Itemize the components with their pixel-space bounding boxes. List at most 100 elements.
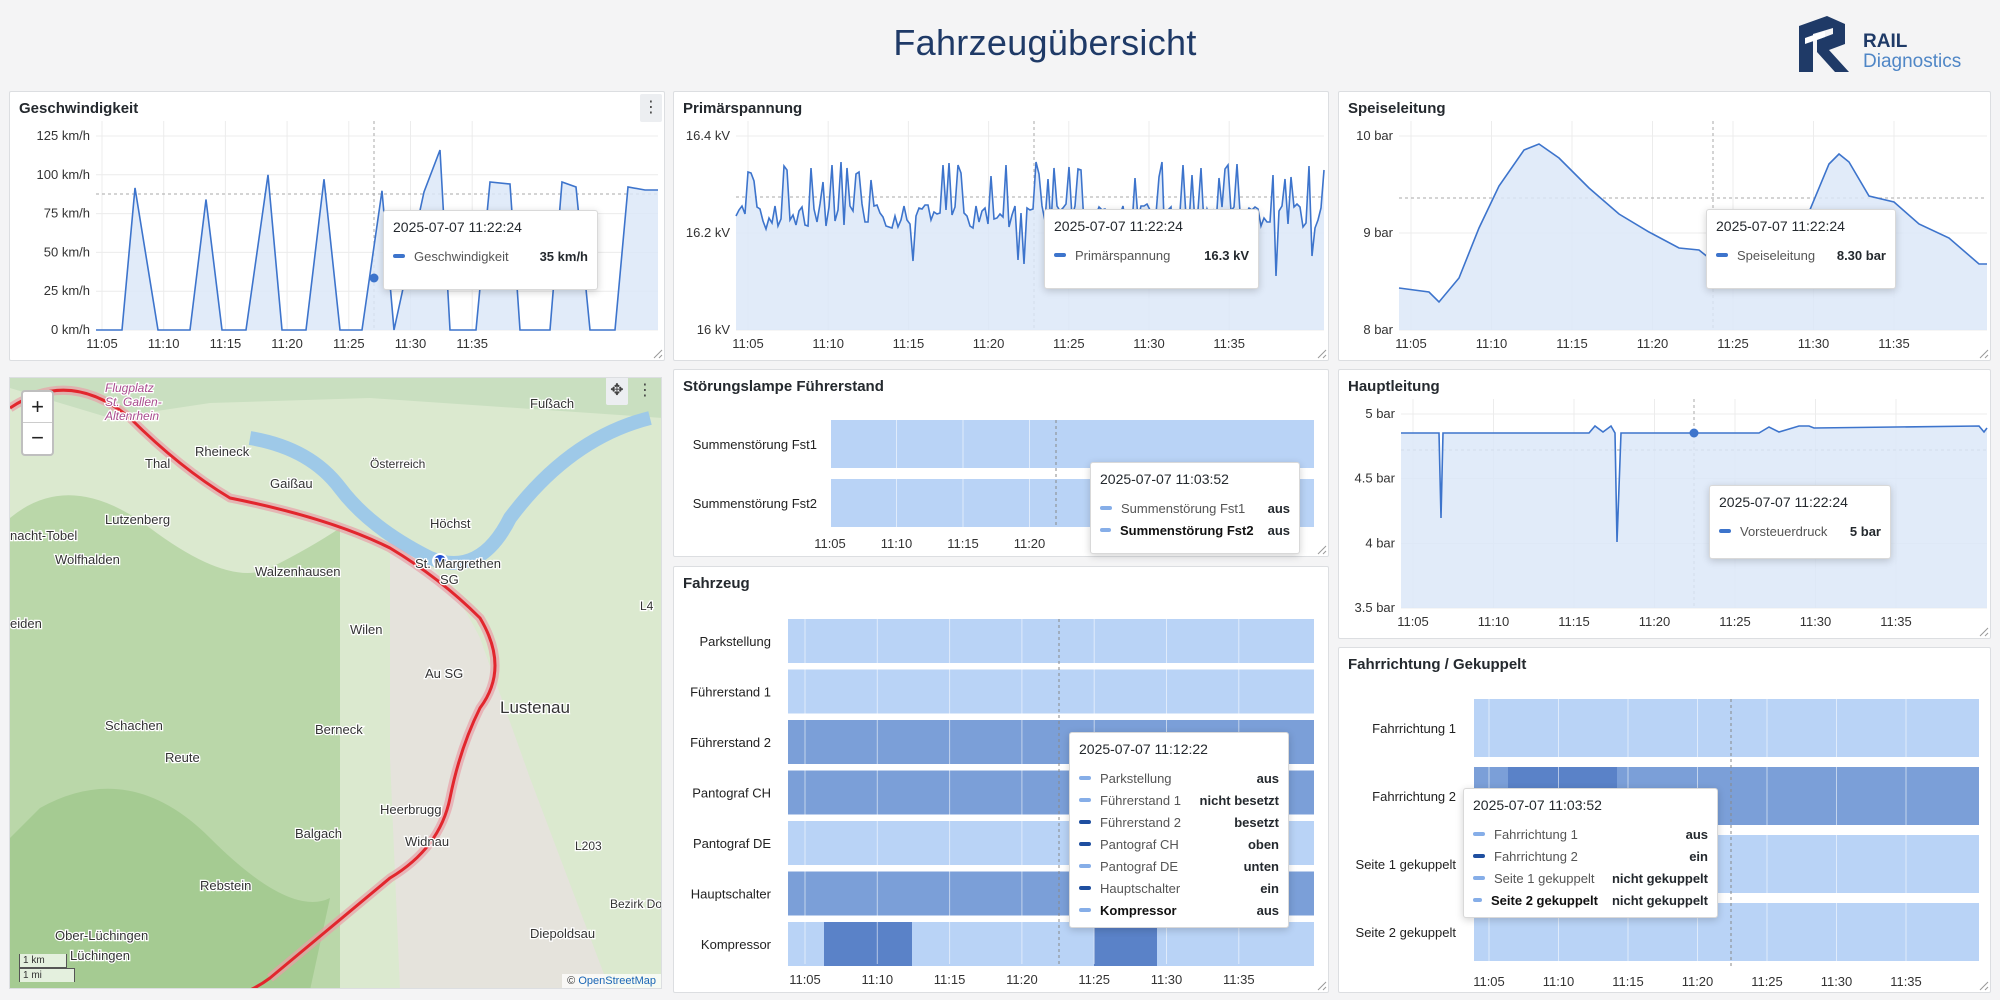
y-tick-label: 100 km/h xyxy=(37,167,90,182)
panel-main-pipe[interactable]: Hauptleitung 5 bar 4.5 bar 4 bar 3.5 bar 11:… xyxy=(1338,369,1991,639)
tooltip-value: nicht gekuppelt xyxy=(1611,892,1708,908)
y-tick-label: 5 bar xyxy=(1365,406,1395,421)
map-zoom-control: + − xyxy=(21,390,54,456)
map-place-label: Höchst xyxy=(430,516,471,531)
map-menu-kebab-icon[interactable]: ⋮ xyxy=(634,378,656,405)
series-area xyxy=(1399,144,1987,330)
tooltip-fault: 2025-07-07 11:03:52 Summenstörung Fst1 au… xyxy=(1090,462,1300,554)
map-attribution: © OpenStreetMap xyxy=(562,974,661,988)
x-tick-label: 11:20 xyxy=(1014,536,1046,551)
x-tick-label: 11:20 xyxy=(1682,974,1714,989)
x-tick-label: 11:10 xyxy=(862,972,894,987)
map-place-label: Lutzenberg xyxy=(105,512,170,527)
state-row-label: Kompressor xyxy=(701,937,772,952)
tooltip-label: Fahrrichtung 2 xyxy=(1494,848,1578,864)
x-tick-label: 11:35 xyxy=(1890,974,1922,989)
zoom-in-plus-icon[interactable]: + xyxy=(23,392,52,423)
map-place-label: Au SG xyxy=(425,666,463,681)
tooltip-value: aus xyxy=(1256,770,1279,786)
page-title: Fahrzeugübersicht xyxy=(893,22,1197,63)
map-place-label: Österreich xyxy=(370,457,425,471)
map-canvas[interactable]: FlugplatzSt. Gallen-Altenrhein Fußach Thal… xyxy=(10,378,662,989)
y-tick-label: 3.5 bar xyxy=(1355,600,1396,615)
x-tick-label: 11:15 xyxy=(893,336,925,351)
tooltip-value: nicht gekuppelt xyxy=(1611,870,1708,886)
tooltip-time: 2025-07-07 11:03:52 xyxy=(1473,797,1602,813)
tooltip-value: unten xyxy=(1243,858,1279,874)
tooltip-row: Seite 1 gekuppelt nicht gekuppelt xyxy=(1473,867,1708,889)
zoom-out-minus-icon[interactable]: − xyxy=(23,423,52,454)
x-tick-label: 11:05 xyxy=(814,536,846,551)
map-place-label: Diepoldsau xyxy=(530,926,595,941)
map-place-label: L203 xyxy=(575,839,602,853)
tooltip-time: 2025-07-07 11:22:24 xyxy=(393,219,522,235)
panel-vehicle[interactable]: Fahrzeug Parkstellung Führerstand 1 Führer… xyxy=(673,566,1329,993)
state-row-label: Führerstand 1 xyxy=(690,685,771,700)
rail-diagnostics-logo: RAIL Diagnostics xyxy=(1795,12,1985,76)
tooltip-value: 35 km/h xyxy=(539,248,588,264)
tooltip-time: 2025-07-07 11:22:24 xyxy=(1716,218,1845,234)
x-tick-label: 11:10 xyxy=(1543,974,1575,989)
state-bar xyxy=(788,619,1314,663)
tooltip-speed: 2025-07-07 11:22:24 Geschwindigkeit 35 km… xyxy=(383,210,598,290)
x-tick-label: 11:20 xyxy=(1639,614,1671,629)
tooltip-row: Primärspannung 16.3 kV xyxy=(1054,244,1249,266)
x-tick-label: 11:35 xyxy=(1878,336,1910,351)
tooltip-main: 2025-07-07 11:22:24 Vorsteuerdruck 5 bar xyxy=(1709,485,1891,559)
panel-feed-pipe[interactable]: Speiseleitung 10 bar 9 bar 8 bar 11:05 11:10… xyxy=(1338,91,1991,361)
state-row-label: Summenstörung Fst2 xyxy=(693,496,817,511)
series-area xyxy=(1401,426,1987,608)
tooltip-label: Geschwindigkeit xyxy=(414,248,509,264)
resize-handle-icon xyxy=(653,349,663,359)
map-place-label: Wilen xyxy=(350,622,383,637)
map-move-icon[interactable]: ✥ xyxy=(606,378,628,405)
x-tick-label: 11:25 xyxy=(1719,614,1751,629)
tooltip-value: nicht besetzt xyxy=(1199,792,1279,808)
panel-speed[interactable]: Geschwindigkeit ⋮ 125 km/h 100 km/h 75 km/… xyxy=(9,91,665,361)
tooltip-row: Kompressor aus xyxy=(1079,899,1279,921)
map-scale: 1 km 1 mi xyxy=(19,954,75,982)
y-tick-label: 9 bar xyxy=(1363,225,1393,240)
map-place-label: Fußach xyxy=(530,396,574,411)
tooltip-row: Geschwindigkeit 35 km/h xyxy=(393,245,588,267)
map-place-label: Heerbrugg xyxy=(380,802,441,817)
tooltip-label: Primärspannung xyxy=(1075,247,1171,263)
panel-fault-lamp[interactable]: Störungslampe Führerstand Summenstörung … xyxy=(673,369,1329,557)
panel-direction-coupled[interactable]: Fahrrichtung / Gekuppelt Fahrrichtung 1F… xyxy=(1338,647,1991,993)
tooltip-feed: 2025-07-07 11:22:24 Speiseleitung 8.30 ba… xyxy=(1706,209,1896,289)
attribution-link[interactable]: OpenStreetMap xyxy=(578,975,656,987)
tooltip-value: ein xyxy=(1689,848,1708,864)
x-tick-label: 11:10 xyxy=(1476,336,1508,351)
x-tick-label: 11:25 xyxy=(1717,336,1749,351)
map-place-label: Gaißau xyxy=(270,476,313,491)
y-tick-label: 4 bar xyxy=(1365,535,1395,550)
tooltip-row: Vorsteuerdruck 5 bar xyxy=(1719,520,1881,542)
resize-handle-icon xyxy=(1979,349,1989,359)
resize-handle-icon xyxy=(1979,627,1989,637)
x-tick-label: 11:25 xyxy=(1053,336,1085,351)
resize-handle-icon xyxy=(1979,981,1989,991)
x-tick-label: 11:15 xyxy=(934,972,966,987)
x-tick-label: 11:30 xyxy=(1821,974,1853,989)
tooltip-label: Führerstand 1 xyxy=(1100,792,1181,808)
x-tick-label: 11:30 xyxy=(1133,336,1165,351)
tooltip-row: Hauptschalter ein xyxy=(1079,877,1279,899)
tooltip-label: Führerstand 2 xyxy=(1100,814,1181,830)
map-panel[interactable]: Flugplatz St. Gallen- Altenrhein Fußach Thal… xyxy=(9,377,662,989)
map-place-label: Ober-Lüchingen xyxy=(55,928,148,943)
x-tick-label: 11:05 xyxy=(1395,336,1427,351)
x-tick-label: 11:20 xyxy=(271,336,303,351)
attribution-prefix: © xyxy=(567,975,579,987)
tooltip-label: Fahrrichtung 1 xyxy=(1494,826,1578,842)
state-row-label: Fahrrichtung 2 xyxy=(1372,789,1456,804)
tooltip-value: 8.30 bar xyxy=(1836,247,1886,263)
tooltip-time: 2025-07-07 11:22:24 xyxy=(1719,494,1848,510)
map-place-label: Lustenau xyxy=(500,698,570,717)
map-place-label: Walzenhausen xyxy=(255,564,341,579)
y-tick-label: 0 km/h xyxy=(51,322,90,337)
tooltip-row: Parkstellung aus xyxy=(1079,767,1279,789)
state-row-label: Führerstand 2 xyxy=(690,735,771,750)
tooltip-value: 5 bar xyxy=(1849,523,1881,539)
panel-primary-voltage[interactable]: Primärspannung 16.4 kV 16.2 kV 16 kV 11:05 1… xyxy=(673,91,1329,361)
tooltip-vehicle: 2025-07-07 11:12:22 Parkstellung aus Führ… xyxy=(1069,732,1289,928)
